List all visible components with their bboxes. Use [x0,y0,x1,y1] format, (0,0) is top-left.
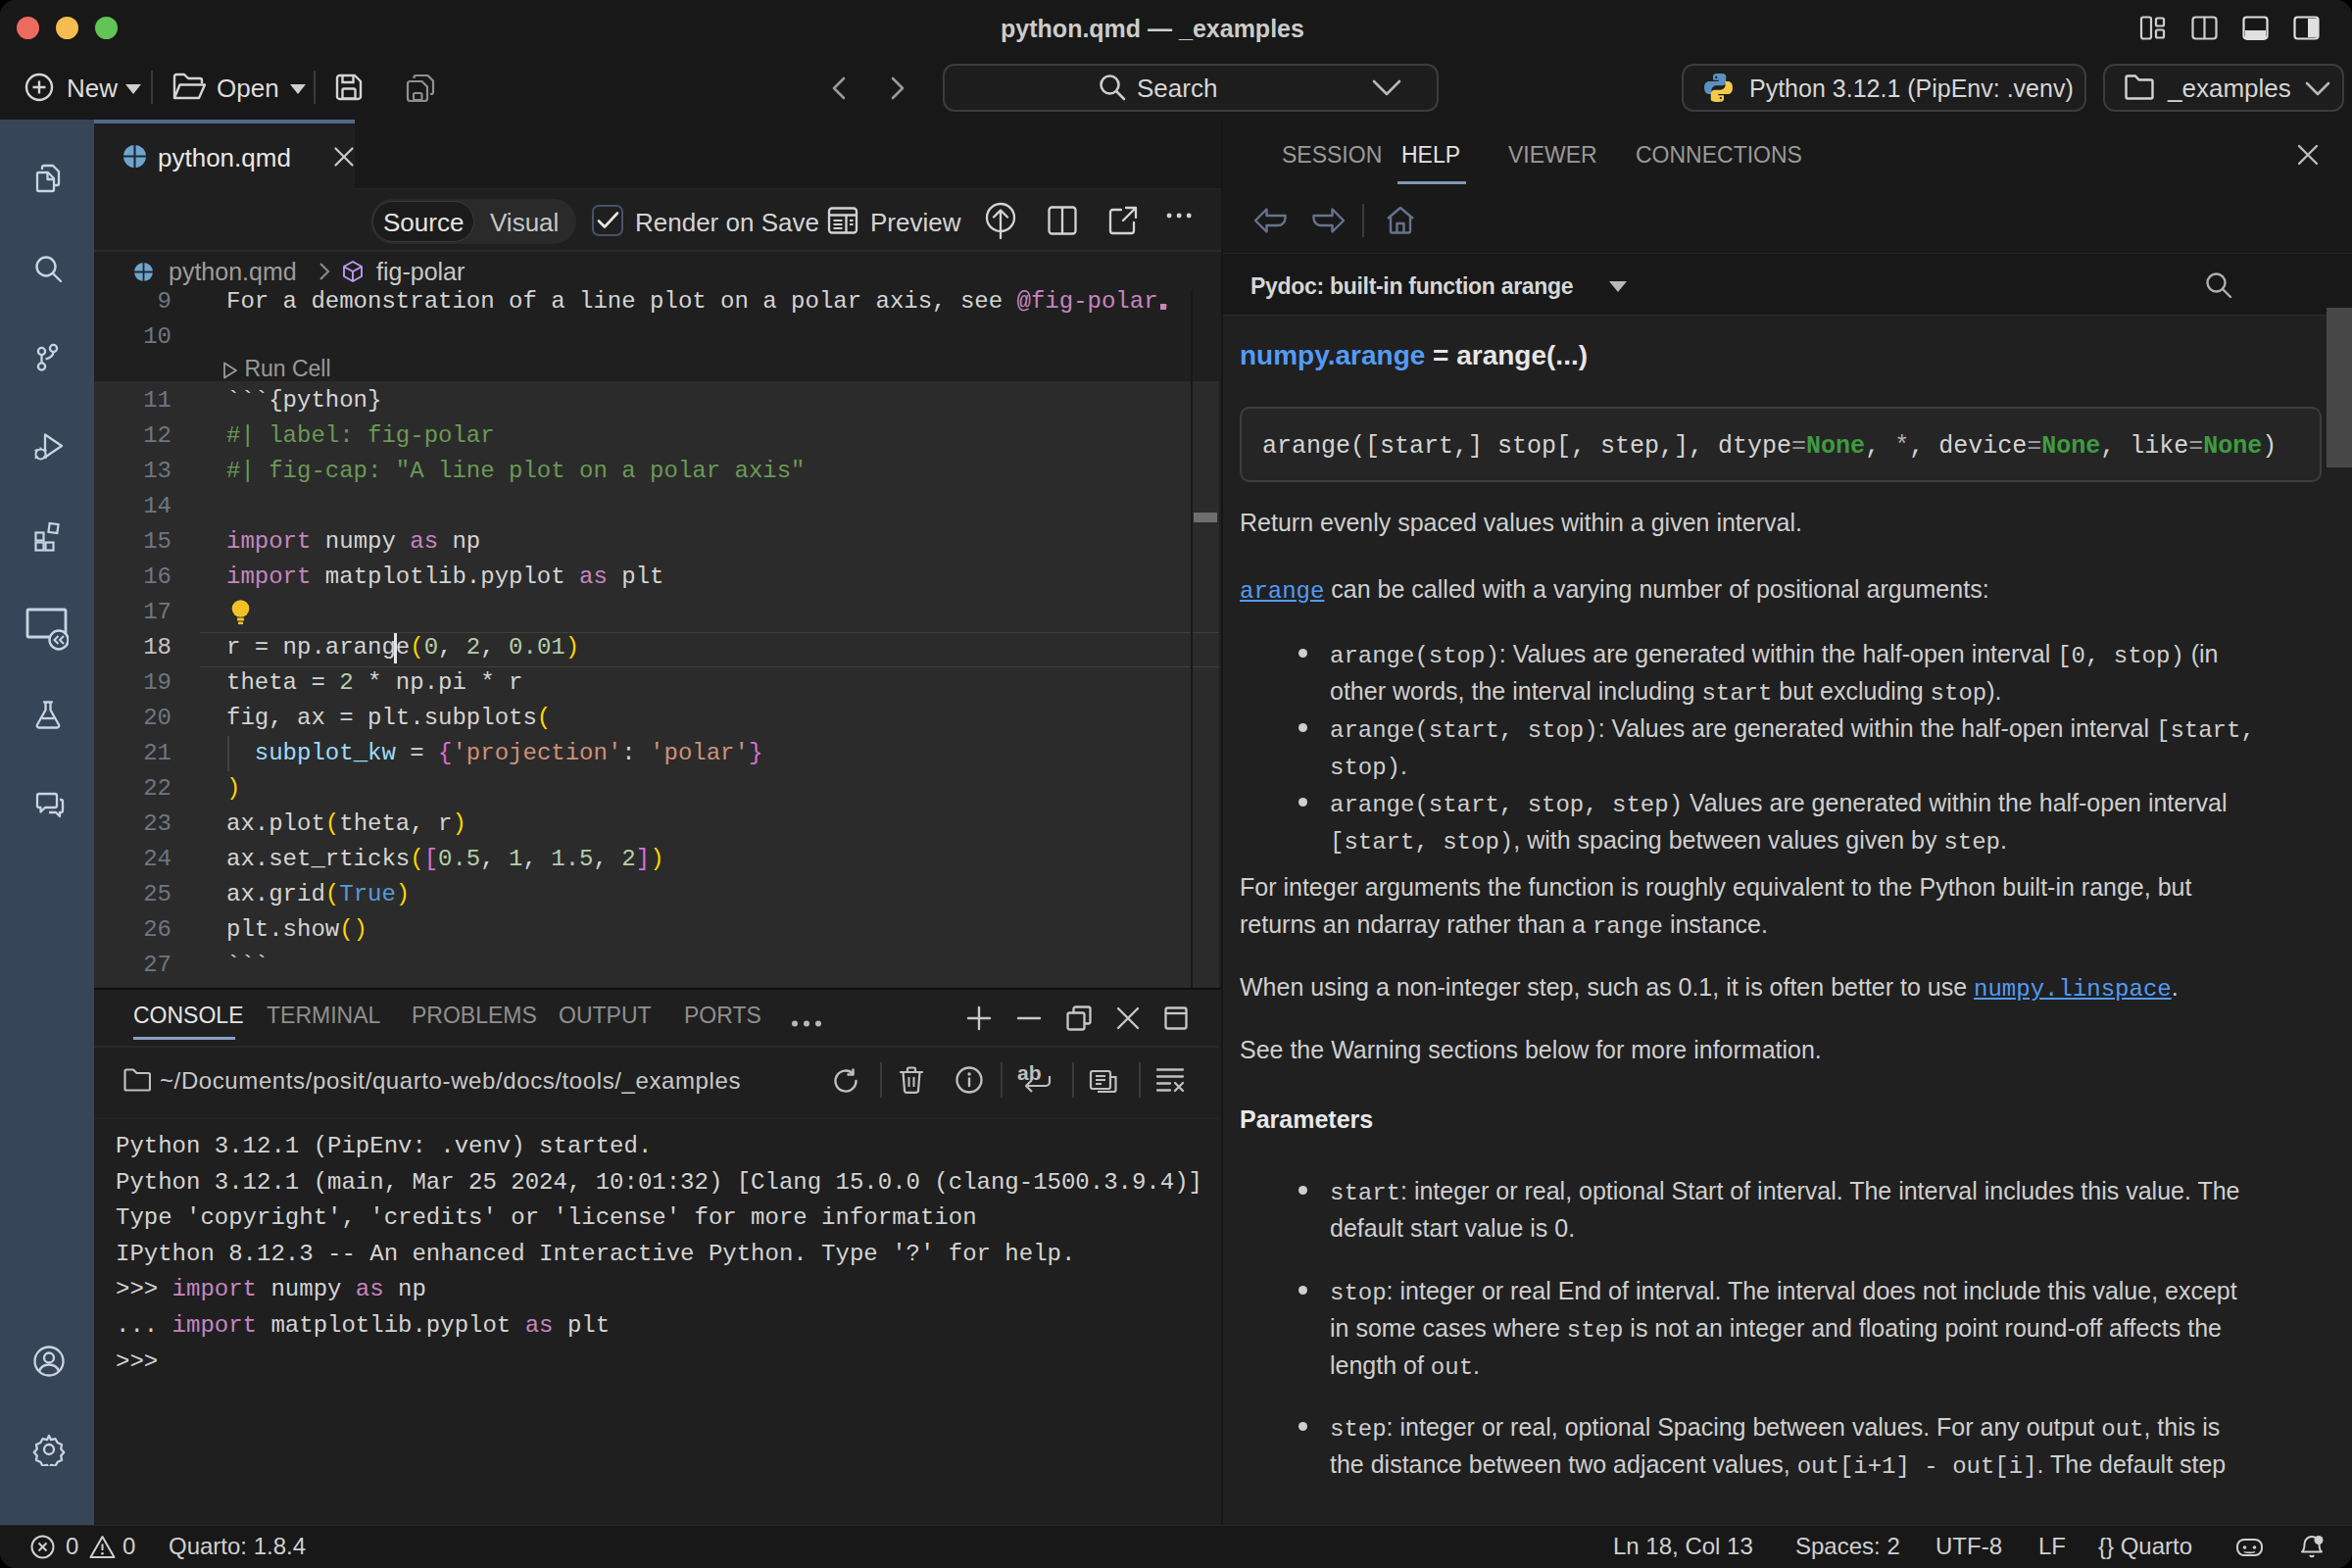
svg-text:ab: ab [1017,1062,1042,1084]
